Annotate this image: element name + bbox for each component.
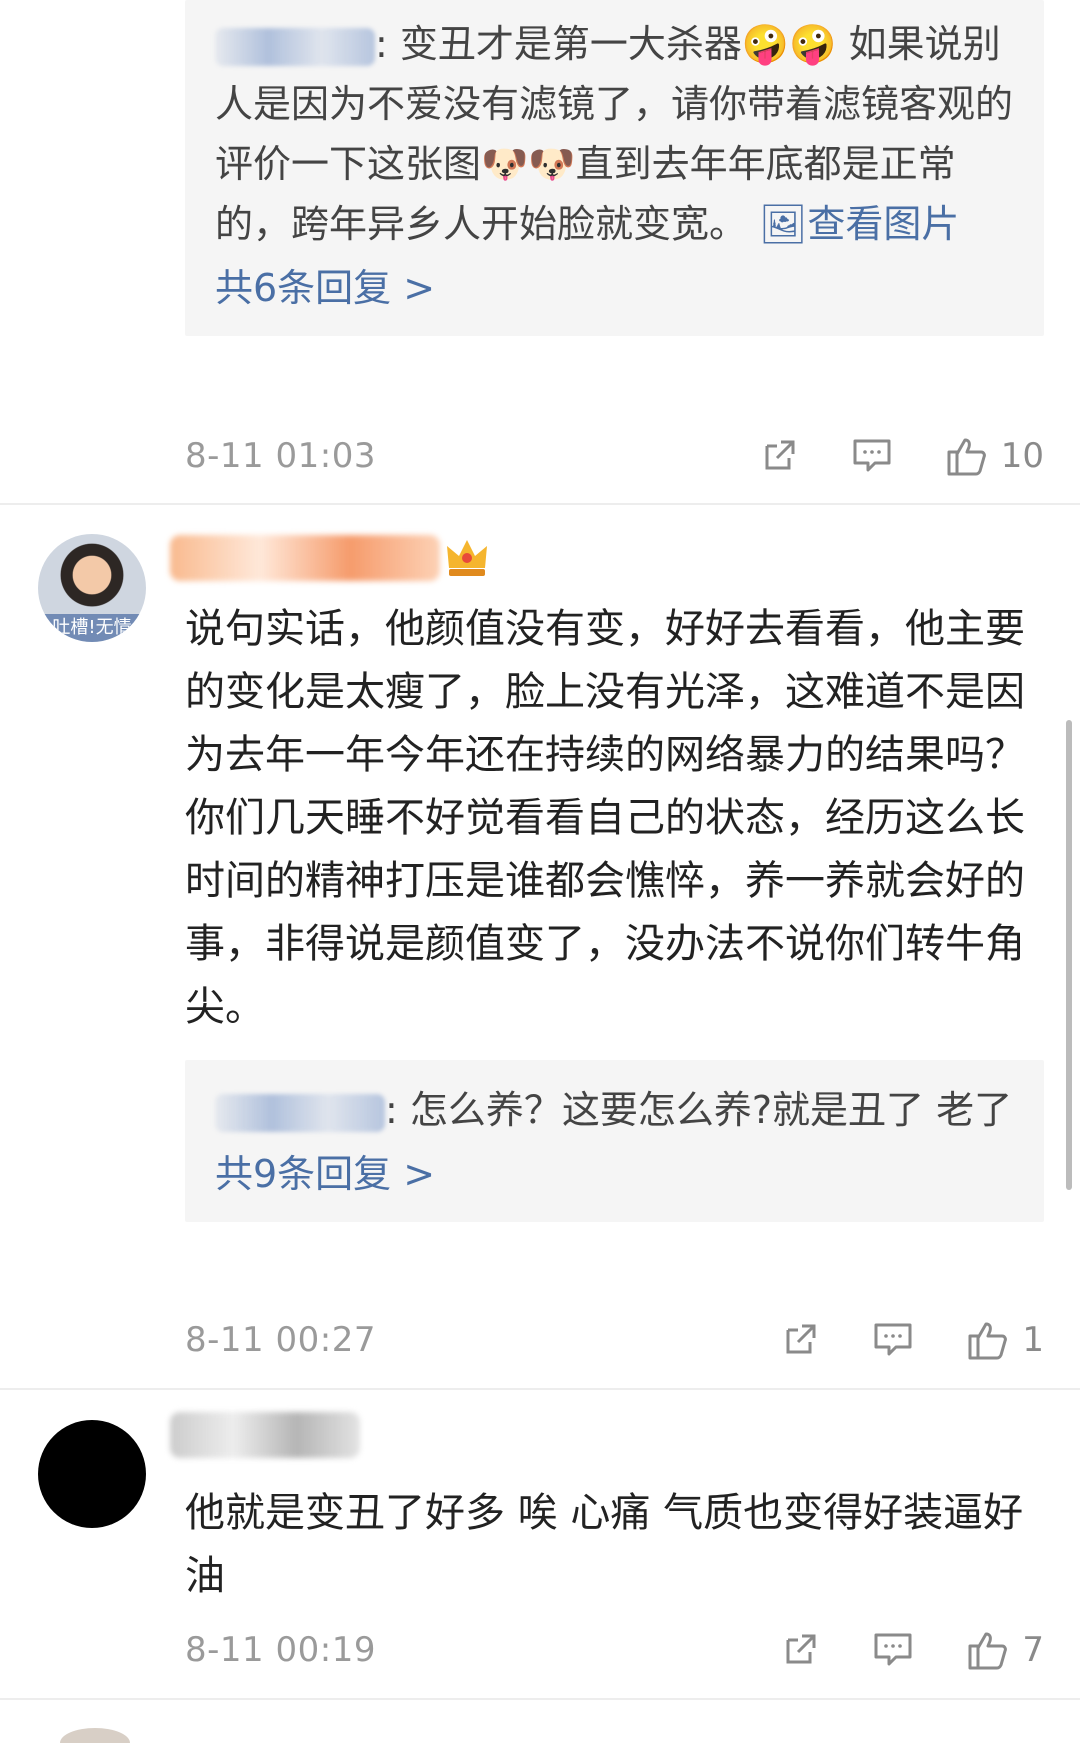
crown-badge-icon <box>447 540 487 576</box>
comment-meta-3: 8-11 00:19 7 <box>185 1620 1044 1680</box>
reply-box-1[interactable]: : 变丑才是第一大杀器🤪🤪 如果说别人是因为不爱没有滤镜了，请你带着滤镜客观的评… <box>185 0 1044 336</box>
like-button[interactable]: 7 <box>966 1628 1044 1672</box>
username-blurred[interactable] <box>170 535 440 581</box>
more-replies-link[interactable]: 共9条回复 > <box>215 1148 1014 1200</box>
like-count: 1 <box>1022 1320 1044 1360</box>
like-count: 7 <box>1022 1630 1044 1670</box>
divider <box>0 1698 1080 1700</box>
username-blurred[interactable] <box>170 1412 360 1458</box>
like-icon <box>947 438 986 476</box>
comment-meta-1: 8-11 01:03 10 <box>185 426 1044 486</box>
comment-button[interactable] <box>872 1320 914 1360</box>
comment-button[interactable] <box>872 1630 914 1670</box>
more-replies-link[interactable]: 共6条回复 > <box>215 262 1014 314</box>
like-icon <box>968 1322 1008 1360</box>
view-image-link[interactable]: 🖼查看图片 <box>759 202 959 246</box>
comment-icon <box>874 1633 912 1666</box>
like-button[interactable]: 10 <box>945 434 1044 478</box>
share-icon <box>765 440 795 470</box>
reply-text-2: : 怎么养？这要怎么养?就是丑了 老了 <box>385 1088 1013 1132</box>
like-count: 10 <box>1000 436 1044 476</box>
comment-time: 8-11 01:03 <box>185 436 376 476</box>
comment-feed: : 变丑才是第一大杀器🤪🤪 如果说别人是因为不爱没有滤镜了，请你带着滤镜客观的评… <box>0 0 1080 1743</box>
avatar-caption: 吐槽!无情 <box>38 614 146 642</box>
avatar[interactable] <box>38 1420 146 1528</box>
share-icon <box>786 1324 816 1354</box>
reply-box-2[interactable]: : 怎么养？这要怎么养?就是丑了 老了 共9条回复 > <box>185 1060 1044 1222</box>
reply-username-blurred[interactable] <box>215 27 375 66</box>
share-button[interactable] <box>759 436 799 476</box>
share-button[interactable] <box>780 1320 820 1360</box>
avatar[interactable]: 吐槽!无情 <box>38 534 146 642</box>
share-icon <box>786 1634 816 1664</box>
reply-content: : 怎么养？这要怎么养?就是丑了 老了 <box>215 1080 1014 1140</box>
share-button[interactable] <box>780 1630 820 1670</box>
divider <box>0 503 1080 505</box>
comment-icon <box>853 439 891 472</box>
avatar[interactable] <box>60 1728 130 1743</box>
reply-content: : 变丑才是第一大杀器🤪🤪 如果说别人是因为不爱没有滤镜了，请你带着滤镜客观的评… <box>215 14 1014 254</box>
comment-time: 8-11 00:27 <box>185 1320 376 1360</box>
reply-username-blurred[interactable] <box>215 1093 385 1132</box>
comment-button[interactable] <box>851 436 893 476</box>
image-link-label: 🖼查看图片 <box>759 202 960 246</box>
comment-time: 8-11 00:19 <box>185 1630 376 1670</box>
comment-body-2: 说句实话，他颜值没有变，好好去看看，他主要的变化是太瘦了，脸上没有光泽，这难道不… <box>185 606 1025 1030</box>
like-icon <box>968 1632 1008 1670</box>
comment-meta-2: 8-11 00:27 1 <box>185 1310 1044 1370</box>
comment-body-3: 他就是变丑了好多 唉 心痛 气质也变得好装逼好油 <box>185 1490 1024 1599</box>
scrollbar[interactable] <box>1066 720 1072 1190</box>
comment-icon <box>874 1323 912 1356</box>
divider <box>0 1388 1080 1390</box>
like-button[interactable]: 1 <box>966 1318 1044 1362</box>
